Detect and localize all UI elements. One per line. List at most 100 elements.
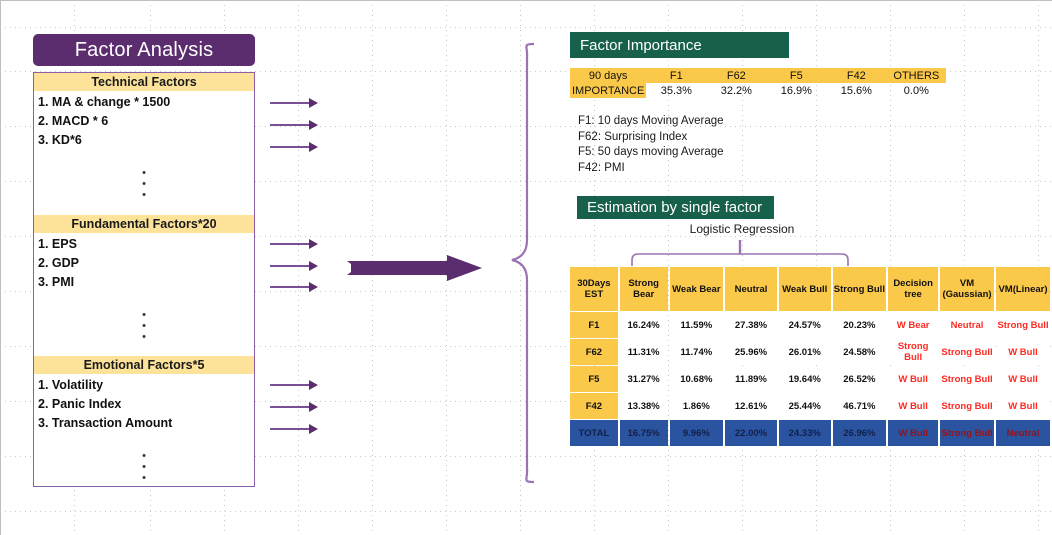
arrow-fundamental-1	[270, 239, 318, 249]
cell-decision-tree: W Bull	[888, 366, 939, 392]
list-item: 3. KD*6	[38, 133, 82, 147]
cell-weak-bear: 10.68%	[669, 366, 724, 392]
table-row: IMPORTANCE 35.3% 32.2% 16.9% 15.6% 0.0%	[570, 83, 946, 98]
cell-vm-gaussian: Strong Bull	[940, 339, 994, 365]
arrow-emotional-3	[270, 424, 318, 434]
cell-neutral: 27.38%	[725, 312, 777, 338]
cell-strong-bear: 16.24%	[619, 312, 668, 338]
col-vm-gaussian: VM (Gaussian)	[940, 267, 994, 311]
logistic-regression-label: Logistic Regression	[689, 222, 795, 236]
grid-vline	[298, 0, 299, 535]
group-items-emotional: 1. Volatility 2. Panic Index 3. Transact…	[38, 376, 172, 433]
estimation-table: 30Days EST Strong Bear Weak Bear Neutral…	[568, 266, 1052, 447]
factor-list-box: Technical Factors 1. MA & change * 1500 …	[33, 72, 255, 487]
cell-strong-bull: 26.52%	[832, 366, 887, 392]
arrow-technical-3	[270, 142, 318, 152]
table-row: F1 16.24% 11.59% 27.38% 24.57% 20.23% W …	[570, 312, 1050, 338]
row-label: F42	[570, 393, 618, 419]
cell-neutral: 22.00%	[725, 420, 777, 446]
list-item: 3. Transaction Amount	[38, 416, 173, 430]
row-label: F1	[570, 312, 618, 338]
list-item: 1. MA & change * 1500	[38, 95, 171, 109]
importance-col-f5: F5	[766, 68, 827, 83]
logistic-regression-bracket	[631, 240, 849, 266]
col-est: 30Days EST	[570, 267, 618, 311]
list-item: 2. Panic Index	[38, 397, 122, 411]
cell-strong-bull: 20.23%	[832, 312, 887, 338]
legend-item: F1: 10 days Moving Average	[578, 115, 724, 127]
cell-neutral: 12.61%	[725, 393, 777, 419]
cell-weak-bull: 26.01%	[778, 339, 831, 365]
col-decision-tree: Decision tree	[888, 267, 939, 311]
table-row-header: 30Days EST Strong Bear Weak Bear Neutral…	[570, 267, 1050, 311]
col-weak-bear: Weak Bear	[669, 267, 724, 311]
grid-hline	[0, 511, 1052, 512]
row-label: F62	[570, 339, 618, 365]
importance-value-others: 0.0%	[903, 84, 929, 97]
col-weak-bull: Weak Bull	[778, 267, 831, 311]
estimation-header: Estimation by single factor	[577, 196, 774, 219]
importance-col-f1: F1	[646, 68, 707, 83]
cell-vm-linear: W Bull	[995, 393, 1050, 419]
col-strong-bear: Strong Bear	[619, 267, 668, 311]
cell-decision-tree: W Bull	[888, 393, 939, 419]
cell-vm-linear: Neutral	[995, 420, 1050, 446]
cell-decision-tree: W Bull	[888, 420, 939, 446]
ellipsis-dots: • • •	[142, 450, 146, 484]
importance-col-f42: F42	[826, 68, 887, 83]
importance-value-f1: 35.3%	[660, 84, 692, 97]
cell-decision-tree: Strong Bull	[888, 339, 939, 365]
importance-col-f62: F62	[706, 68, 767, 83]
cell-vm-gaussian: Strong Bull	[940, 366, 994, 392]
cell-weak-bear: 9.96%	[669, 420, 724, 446]
table-row: F42 13.38% 1.86% 12.61% 25.44% 46.71% W …	[570, 393, 1050, 419]
list-item: 2. MACD * 6	[38, 114, 109, 128]
group-header-technical: Technical Factors	[34, 73, 254, 91]
cell-strong-bull: 24.58%	[832, 339, 887, 365]
legend-item: F5: 50 days moving Average	[578, 146, 724, 158]
cell-weak-bear: 11.59%	[669, 312, 724, 338]
row-label: F5	[570, 366, 618, 392]
cell-weak-bear: 1.86%	[669, 393, 724, 419]
importance-value-f42: 15.6%	[840, 84, 872, 97]
page-title: Factor Analysis	[33, 34, 255, 66]
cell-strong-bear: 16.75%	[619, 420, 668, 446]
table-row: F5 31.27% 10.68% 11.89% 19.64% 26.52% W …	[570, 366, 1050, 392]
cell-vm-gaussian: Strong Bull	[940, 420, 994, 446]
factor-legend: F1: 10 days Moving Average F62: Surprisi…	[578, 114, 724, 176]
table-row-total: TOTAL 16.75% 9.96% 22.00% 24.33% 26.96% …	[570, 420, 1050, 446]
cell-strong-bear: 31.27%	[619, 366, 668, 392]
col-vm-linear: VM(Linear)	[995, 267, 1050, 311]
col-strong-bull: Strong Bull	[832, 267, 887, 311]
list-item: 1. EPS	[38, 237, 77, 251]
col-neutral: Neutral	[725, 267, 777, 311]
cell-neutral: 25.96%	[725, 339, 777, 365]
arrow-technical-2	[270, 120, 318, 130]
cell-weak-bull: 24.57%	[778, 312, 831, 338]
arrow-technical-1	[270, 98, 318, 108]
list-item: 1. Volatility	[38, 378, 104, 392]
slide-canvas: Factor Analysis Technical Factors 1. MA …	[0, 0, 1052, 535]
cell-neutral: 11.89%	[725, 366, 777, 392]
importance-row-label: IMPORTANCE	[570, 83, 647, 98]
main-flow-arrow	[347, 255, 482, 281]
factor-importance-header: Factor Importance	[570, 32, 789, 58]
cell-vm-gaussian: Strong Bull	[940, 393, 994, 419]
ellipsis-dots: • • •	[142, 309, 146, 343]
grid-hline	[0, 27, 1052, 28]
importance-col-period: 90 days	[570, 68, 647, 83]
table-row: F62 11.31% 11.74% 25.96% 26.01% 24.58% S…	[570, 339, 1050, 365]
cell-weak-bull: 19.64%	[778, 366, 831, 392]
cell-strong-bear: 13.38%	[619, 393, 668, 419]
importance-value-f5: 16.9%	[780, 84, 812, 97]
arrow-emotional-1	[270, 380, 318, 390]
grouping-brace	[511, 42, 535, 484]
cell-strong-bull: 26.96%	[832, 420, 887, 446]
row-label-total: TOTAL	[570, 420, 618, 446]
group-items-fundamental: 1. EPS 2. GDP 3. PMI	[38, 235, 79, 292]
ellipsis-dots: • • •	[142, 167, 146, 201]
list-item: 3. PMI	[38, 275, 75, 289]
group-header-fundamental: Fundamental Factors*20	[34, 215, 254, 233]
arrow-emotional-2	[270, 402, 318, 412]
arrow-fundamental-3	[270, 282, 318, 292]
